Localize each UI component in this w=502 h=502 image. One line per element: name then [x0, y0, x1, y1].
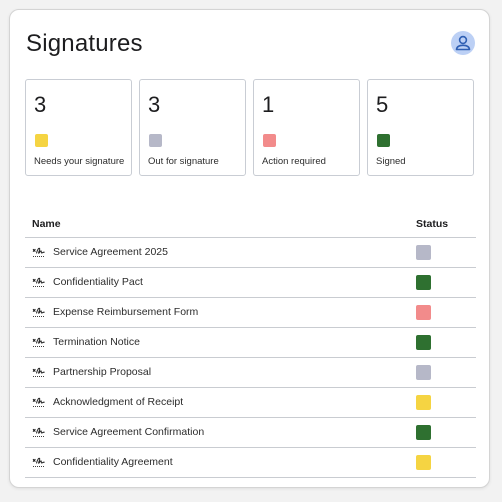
table-row[interactable]: Confidentiality Agreement: [25, 448, 476, 478]
status-badge: [416, 245, 431, 260]
user-icon: [455, 35, 471, 51]
summary-card-out-for-signature[interactable]: 3 Out for signature: [139, 79, 246, 176]
document-name: Service Agreement 2025: [53, 246, 168, 258]
documents-table: Name Status Service Agreement 2025 Confid…: [25, 211, 476, 478]
status-swatch: [35, 134, 48, 147]
table-row[interactable]: Termination Notice: [25, 328, 476, 358]
table-header: Name Status: [25, 211, 476, 238]
status-swatch: [377, 134, 390, 147]
summary-label: Signed: [376, 156, 406, 167]
signatures-card: Signatures 3 Needs your signature 3 Out …: [9, 9, 490, 488]
table-row[interactable]: Partnership Proposal: [25, 358, 476, 388]
summary-count: 5: [376, 92, 389, 117]
status-badge: [416, 455, 431, 470]
summary-count: 1: [262, 92, 275, 117]
summary-card-signed[interactable]: 5 Signed: [367, 79, 474, 176]
status-badge: [416, 305, 431, 320]
signature-icon: [32, 307, 45, 317]
status-badge: [416, 365, 431, 380]
status-badge: [416, 395, 431, 410]
signature-icon: [32, 277, 45, 287]
table-row[interactable]: Service Agreement 2025: [25, 238, 476, 268]
document-name: Confidentiality Agreement: [53, 456, 173, 468]
column-header-name: Name: [32, 218, 61, 230]
signature-icon: [32, 397, 45, 407]
summary-label: Needs your signature: [34, 156, 125, 167]
status-badge: [416, 275, 431, 290]
status-swatch: [263, 134, 276, 147]
document-name: Expense Reimbursement Form: [53, 306, 199, 318]
table-row[interactable]: Acknowledgment of Receipt: [25, 388, 476, 418]
summary-card-action-required[interactable]: 1 Action required: [253, 79, 360, 176]
signature-icon: [32, 427, 45, 437]
table-body: Service Agreement 2025 Confidentiality Pa…: [25, 238, 476, 478]
document-name: Acknowledgment of Receipt: [53, 396, 184, 408]
signature-icon: [32, 337, 45, 347]
column-header-status: Status: [416, 218, 449, 230]
summary-label: Action required: [262, 156, 326, 167]
summary-count: 3: [148, 92, 161, 117]
signature-icon: [32, 457, 45, 467]
status-badge: [416, 425, 431, 440]
status-badge: [416, 335, 431, 350]
signature-icon: [32, 367, 45, 377]
page-title: Signatures: [26, 30, 143, 57]
document-name: Termination Notice: [53, 336, 140, 348]
summary-count: 3: [34, 92, 47, 117]
summary-label: Out for signature: [148, 156, 219, 167]
table-row[interactable]: Expense Reimbursement Form: [25, 298, 476, 328]
document-name: Confidentiality Pact: [53, 276, 143, 288]
table-row[interactable]: Service Agreement Confirmation: [25, 418, 476, 448]
document-name: Service Agreement Confirmation: [53, 426, 205, 438]
document-name: Partnership Proposal: [53, 366, 152, 378]
summary-card-needs-signature[interactable]: 3 Needs your signature: [25, 79, 132, 176]
user-avatar-button[interactable]: [451, 31, 475, 55]
status-swatch: [149, 134, 162, 147]
table-row[interactable]: Confidentiality Pact: [25, 268, 476, 298]
summary-cards: 3 Needs your signature 3 Out for signatu…: [25, 79, 474, 176]
signature-icon: [32, 247, 45, 257]
